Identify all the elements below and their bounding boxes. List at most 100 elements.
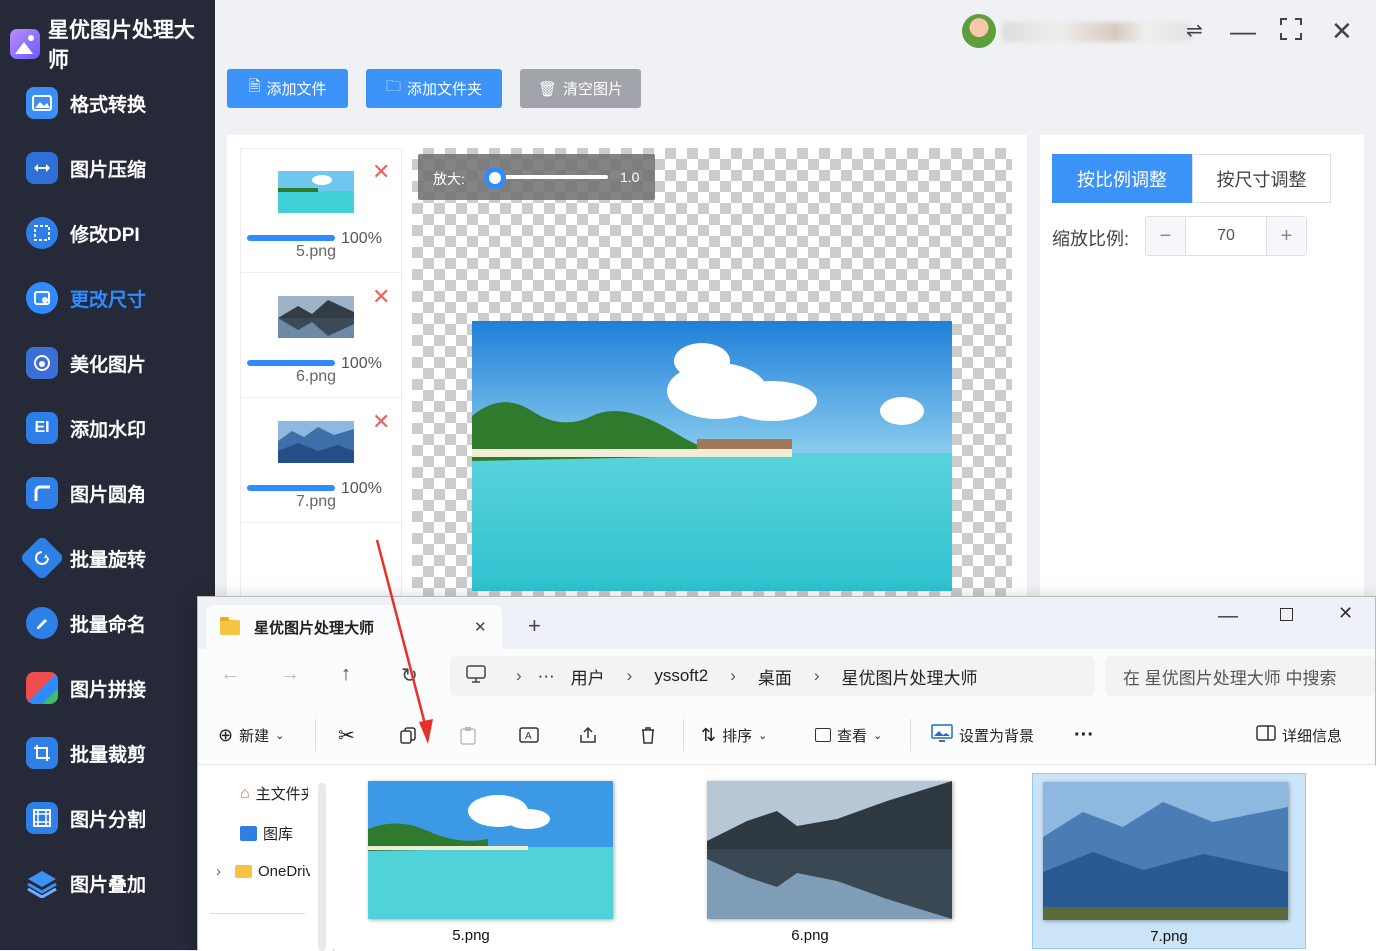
- sidebar-item-beautify[interactable]: 美化图片: [26, 343, 146, 383]
- file-tile[interactable]: 6.png: [673, 773, 952, 949]
- close-icon[interactable]: ✕: [1331, 18, 1353, 44]
- sidebar-item-puzzle[interactable]: 图片拼接: [26, 668, 146, 708]
- share-icon[interactable]: [578, 705, 598, 765]
- decrease-button[interactable]: −: [1146, 217, 1186, 255]
- nav-scrollbar[interactable]: [318, 783, 326, 951]
- sidebar-item-dpi[interactable]: 修改DPI: [26, 213, 140, 253]
- sidebar-item-label: 批量命名: [70, 614, 147, 636]
- sidebar-item-layers[interactable]: 图片叠加: [26, 863, 146, 903]
- sidebar-item-compress[interactable]: 图片压缩: [26, 148, 146, 188]
- sort-icon: ⇅: [701, 724, 717, 745]
- address-bar[interactable]: › ··· 用户 › yssoft2 › 桌面 › 星优图片处理大师: [450, 656, 1095, 696]
- beautify-icon: [26, 347, 58, 379]
- avatar[interactable]: [962, 14, 996, 48]
- sidebar-item-label: 图片拼接: [70, 679, 147, 701]
- thumbnail-mountain-lake: [278, 296, 354, 338]
- tab-ratio[interactable]: 按比例调整: [1052, 154, 1192, 203]
- sidebar-item-resize[interactable]: 更改尺寸: [26, 278, 146, 318]
- toolbar-divider: [315, 719, 316, 751]
- sidebar-item-label: 图片分割: [70, 809, 147, 831]
- sidebar-item-rotate[interactable]: 批量旋转: [19, 535, 146, 581]
- file-tile-selected[interactable]: 7.png: [1032, 773, 1306, 949]
- breadcrumb-item[interactable]: yssoft2: [654, 666, 708, 686]
- app-logo-icon: [10, 29, 40, 59]
- cut-icon[interactable]: ✂: [338, 705, 355, 765]
- file-thumbnail-blue-mountains: [1043, 782, 1288, 920]
- navigation-pane: ⌂ 主文件夹 图库 › OneDrive: [198, 765, 333, 951]
- zoom-slider-handle[interactable]: [484, 167, 506, 189]
- progress-bar: [247, 235, 335, 241]
- sidebar-item-round-corner[interactable]: 图片圆角: [26, 473, 146, 513]
- user-name-blurred: [1002, 22, 1192, 42]
- crop-icon: [26, 737, 58, 769]
- remove-file-icon[interactable]: ✕: [372, 159, 390, 185]
- add-file-button[interactable]: 🗎 添加文件: [227, 69, 348, 108]
- breadcrumb-item[interactable]: 星优图片处理大师: [842, 664, 978, 689]
- nav-item-home[interactable]: ⌂ 主文件夹: [240, 783, 308, 804]
- sidebar-item-split[interactable]: 图片分割: [26, 798, 146, 838]
- file-explorer-window: 星优图片处理大师 ✕ + — ✕ ← → ↑ ↻ › ··· 用户 › ysso…: [197, 596, 1376, 951]
- increase-button[interactable]: +: [1266, 217, 1306, 255]
- fullscreen-icon[interactable]: [1280, 18, 1302, 44]
- forward-icon[interactable]: →: [280, 663, 300, 686]
- details-pane-icon: [1256, 725, 1276, 745]
- sidebar-item-label: 美化图片: [70, 354, 147, 376]
- compress-icon: [26, 152, 58, 184]
- rename-icon[interactable]: A: [518, 705, 540, 765]
- nav-item-onedrive[interactable]: › OneDrive: [216, 863, 310, 880]
- settings-sliders-icon[interactable]: ⇌: [1186, 18, 1203, 44]
- explorer-tab[interactable]: 星优图片处理大师 ✕: [206, 605, 502, 649]
- toolbar-divider: [910, 719, 911, 751]
- new-tab-icon[interactable]: +: [528, 613, 541, 639]
- back-icon[interactable]: ←: [220, 663, 240, 686]
- more-path-icon[interactable]: ···: [538, 666, 555, 686]
- delete-icon[interactable]: [638, 705, 658, 765]
- remove-file-icon[interactable]: ✕: [372, 409, 390, 435]
- up-icon[interactable]: ↑: [341, 663, 351, 686]
- search-input[interactable]: 在 星优图片处理大师 中搜索: [1105, 656, 1375, 696]
- minimize-icon[interactable]: —: [1218, 605, 1238, 628]
- clear-images-button[interactable]: 🗑 清空图片: [520, 69, 641, 108]
- file-icon: 🗎: [248, 78, 261, 95]
- sidebar-item-format[interactable]: 格式转换: [26, 83, 146, 123]
- close-tab-icon[interactable]: ✕: [474, 618, 487, 636]
- copy-icon[interactable]: [398, 705, 418, 765]
- remove-file-icon[interactable]: ✕: [372, 284, 390, 310]
- set-background-button[interactable]: 设置为背景: [931, 705, 1034, 765]
- view-button[interactable]: 查看 ⌄: [815, 705, 882, 765]
- new-button[interactable]: ⊕ 新建 ⌄: [218, 705, 284, 765]
- sort-button[interactable]: ⇅ 排序 ⌄: [701, 705, 767, 765]
- chevron-right-icon: ›: [216, 863, 221, 880]
- details-button[interactable]: 详细信息: [1256, 705, 1342, 765]
- home-icon: ⌂: [240, 784, 250, 802]
- minimize-icon[interactable]: —: [1230, 18, 1256, 44]
- explorer-navbar: ← → ↑ ↻ › ··· 用户 › yssoft2 › 桌面 › 星优图片处理…: [198, 649, 1375, 705]
- breadcrumb-item[interactable]: 用户: [571, 664, 605, 689]
- scale-input[interactable]: 70: [1186, 217, 1266, 255]
- maximize-icon[interactable]: [1280, 608, 1293, 621]
- paste-icon[interactable]: [458, 705, 478, 765]
- add-folder-button[interactable]: 🗀 添加文件夹: [366, 69, 502, 108]
- file-item[interactable]: ✕ 100% 6.png: [241, 274, 401, 398]
- sidebar-item-watermark[interactable]: EI 添加水印: [26, 408, 146, 448]
- sidebar-item-crop[interactable]: 批量裁剪: [26, 733, 146, 773]
- breadcrumb-item[interactable]: 桌面: [758, 664, 792, 689]
- file-tile[interactable]: 5.png: [334, 773, 613, 949]
- sidebar-item-rename[interactable]: 批量命名: [26, 603, 146, 643]
- nav-item-gallery[interactable]: 图库: [240, 823, 293, 844]
- rotate-icon: [19, 535, 65, 581]
- close-icon[interactable]: ✕: [1338, 603, 1353, 624]
- file-item[interactable]: ✕ 100% 7.png: [241, 399, 401, 523]
- round-corner-icon: [26, 477, 58, 509]
- file-item[interactable]: ✕ 100% 5.png: [241, 149, 401, 273]
- scale-stepper: − 70 +: [1145, 216, 1307, 256]
- zoom-control: 放大: 1.0: [418, 154, 655, 200]
- more-options-icon[interactable]: ···: [1074, 705, 1094, 765]
- nav-divider: [210, 913, 305, 914]
- refresh-icon[interactable]: ↻: [401, 663, 418, 688]
- tab-size[interactable]: 按尺寸调整: [1192, 154, 1331, 203]
- sidebar-item-label: 批量裁剪: [70, 744, 147, 766]
- sidebar-item-label: 添加水印: [70, 419, 147, 441]
- chevron-right-icon: ›: [516, 666, 522, 685]
- explorer-titlebar: 星优图片处理大师 ✕ + — ✕: [198, 597, 1375, 649]
